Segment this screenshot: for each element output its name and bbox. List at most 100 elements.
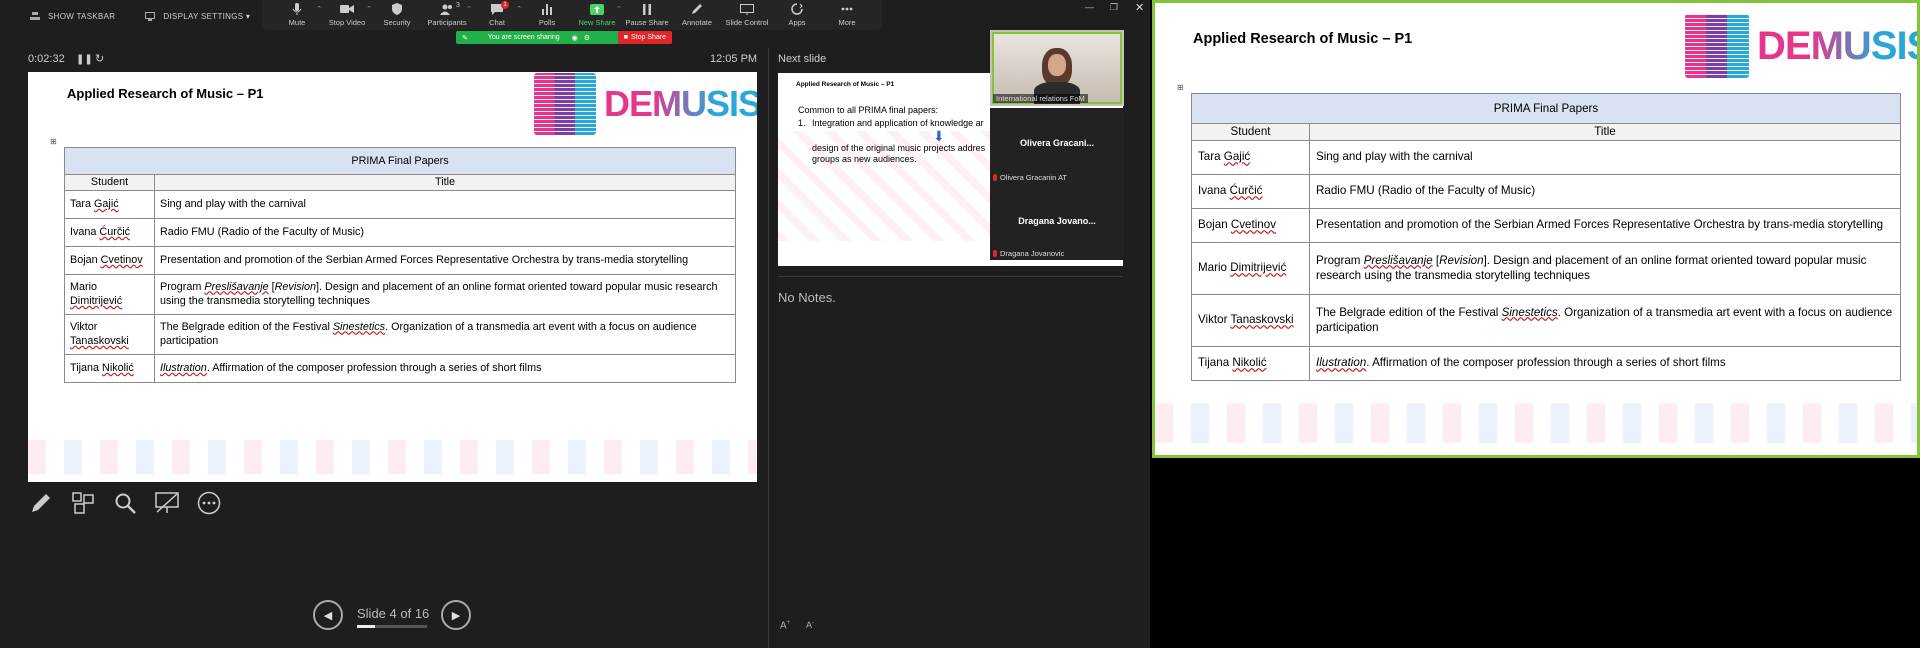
more-options-icon[interactable] <box>196 490 222 516</box>
column-header-student: Student <box>64 174 155 191</box>
participant-name: Olivera Gracani... <box>1019 138 1095 148</box>
paper-title-cell: Radio FMU (Radio of the Faculty of Music… <box>154 217 736 247</box>
muted-mic-icon <box>993 250 997 257</box>
see-all-slides-icon[interactable] <box>70 490 96 516</box>
participant-tile-video[interactable]: International relations FoM <box>990 30 1124 106</box>
next-slide-lead: Common to all PRIMA final papers: <box>798 105 939 115</box>
table-row: Tijana Nikolić Ilustration. Affirmation o… <box>64 353 736 383</box>
stop-share-button[interactable]: ■ Stop Share <box>617 31 672 44</box>
speaker-notes: No Notes. <box>778 290 836 305</box>
table-move-handle-icon[interactable]: ⊞ <box>50 137 57 146</box>
student-cell: Tijana Nikolić <box>1191 345 1310 381</box>
table-row: Viktor Tanaskovski The Belgrade edition o… <box>1191 293 1901 347</box>
next-slide-button[interactable]: ▶ <box>441 600 471 630</box>
share-settings-icon[interactable]: ⚙ <box>584 34 590 42</box>
table-move-handle-icon[interactable]: ⊞ <box>1177 83 1184 92</box>
paper-title-cell: Sing and play with the carnival <box>154 189 736 219</box>
show-taskbar-button[interactable]: SHOW TASKBAR <box>30 12 115 21</box>
slide-title: Applied Research of Music – P1 <box>1193 31 1413 47</box>
participant-label: International relations FoM <box>993 94 1088 103</box>
apps-icon <box>790 3 804 15</box>
table-row: Tijana Nikolić Ilustration. Affirmation o… <box>1191 345 1901 381</box>
zoom-icon[interactable] <box>112 490 138 516</box>
stop-video-button[interactable]: Stop Video ⌃ <box>322 0 372 30</box>
student-last-name: Ćurčić <box>99 225 131 238</box>
previous-slide-button[interactable]: ◀ <box>313 600 343 630</box>
reset-timer-icon[interactable]: ↻ <box>95 52 104 65</box>
participants-button[interactable]: 3 Participants ⌃ <box>422 0 472 30</box>
chat-button[interactable]: 1 Chat ⌃ <box>472 0 522 30</box>
participant-label: Dragana Jovanovic <box>993 249 1064 258</box>
pen-icon[interactable] <box>28 490 54 516</box>
column-header-title: Title <box>1309 123 1901 141</box>
apps-button[interactable]: Apps <box>772 0 822 30</box>
mute-button[interactable]: Mute ⌃ <box>272 0 322 30</box>
table-row: Ivana Ćurčić Radio FMU (Radio of the Facu… <box>1191 173 1901 209</box>
polls-button[interactable]: Polls <box>522 0 572 30</box>
student-cell: Tara Gajić <box>64 189 155 219</box>
new-share-button[interactable]: New Share ⌃ <box>572 0 622 30</box>
student-last-name: Ćurčić <box>1229 184 1263 198</box>
restore-icon[interactable]: ❐ <box>1110 2 1118 13</box>
student-cell: Mario Dimitrijević <box>64 273 155 315</box>
black-screen-icon[interactable] <box>154 490 180 516</box>
student-first-name: Tara <box>70 197 92 210</box>
participants-count: 3 <box>456 2 460 9</box>
paper-title-italic: Preslišavanje <box>1363 253 1433 267</box>
panel-divider[interactable] <box>768 48 769 648</box>
clock-time: 12:05 PM <box>710 53 758 65</box>
pause-timer-icon[interactable]: ❚❚ <box>76 54 93 65</box>
sharing-status-text: You are screen sharing <box>487 34 560 41</box>
elapsed-timer: 0:02:32 <box>28 53 65 65</box>
paper-title-italic: Revision <box>1439 253 1484 267</box>
increase-font-icon[interactable]: A+ <box>780 620 790 631</box>
participant-tile-olivera[interactable]: Olivera Gracani... Olivera Gracanin AT <box>990 108 1124 184</box>
demusis-logo: DEMUSIS <box>534 72 757 136</box>
paper-title-text: The Belgrade edition of the Festival <box>160 320 333 333</box>
student-first-name: Tijana <box>1198 356 1230 370</box>
decrease-font-icon[interactable]: A- <box>806 620 814 630</box>
paper-title-cell: Program Preslišavanje [Revision]. Design… <box>1309 241 1901 295</box>
pause-share-button[interactable]: Pause Share <box>622 0 672 30</box>
show-taskbar-label: SHOW TASKBAR <box>48 11 116 21</box>
paper-title-italic: Ilustration <box>160 361 207 374</box>
student-first-name: Viktor <box>1198 313 1228 327</box>
slide-progress-bar <box>357 625 427 628</box>
student-cell: Viktor Tanaskovski <box>1191 293 1310 347</box>
paper-title-italic: Sinestetics <box>332 320 386 333</box>
close-icon[interactable]: ✕ <box>1135 1 1144 14</box>
slide-control-icon <box>740 3 754 15</box>
paper-title-cell: Presentation and promotion of the Serbia… <box>154 245 736 275</box>
table-row: Tara Gajić Sing and play with the carniva… <box>64 189 736 219</box>
column-header-title: Title <box>154 174 736 191</box>
student-last-name: Cvetinov <box>100 253 143 266</box>
minimize-icon[interactable]: — <box>1085 2 1094 12</box>
display-settings-button[interactable]: DISPLAY SETTINGS ▾ <box>145 11 250 21</box>
paper-title-text: Radio FMU (Radio of the Faculty of Music… <box>1316 184 1536 198</box>
student-first-name: Bojan <box>1198 218 1228 232</box>
slide-control-button[interactable]: Slide Control <box>722 0 772 30</box>
more-button[interactable]: More <box>822 0 872 30</box>
participants-icon <box>440 3 454 15</box>
paper-title-cell: Radio FMU (Radio of the Faculty of Music… <box>1309 173 1901 209</box>
student-cell: Ivana Ćurčić <box>1191 173 1310 209</box>
security-button[interactable]: Security <box>372 0 422 30</box>
slide-title: Applied Research of Music – P1 <box>67 86 264 101</box>
annotate-button[interactable]: Annotate <box>672 0 722 30</box>
slide-counter: Slide 4 of 16 <box>357 606 430 621</box>
paper-title-text: . Affirmation of the composer profession… <box>206 361 542 374</box>
participant-name: Dragana Jovano... <box>1018 216 1096 226</box>
audio-share-icon[interactable]: ◉ <box>572 34 578 42</box>
presenter-view: SHOW TASKBAR DISPLAY SETTINGS ▾ Mute ⌃ St… <box>0 0 1150 648</box>
next-slide-label: Next slide <box>778 53 827 65</box>
taskbar-icon <box>30 12 40 20</box>
student-first-name: Ivana <box>1198 184 1227 198</box>
polls-icon <box>540 3 554 15</box>
participant-tile-dragana[interactable]: Dragana Jovano... Dragana Jovanovic <box>990 184 1124 260</box>
paper-title-italic: Ilustration <box>1316 356 1367 370</box>
student-cell: Bojan Cvetinov <box>64 245 155 275</box>
new-share-icon <box>590 3 604 15</box>
current-slide: Applied Research of Music – P1 DEMUSIS ⊞… <box>28 72 757 482</box>
paper-title-cell: Sing and play with the carnival <box>1309 139 1901 175</box>
student-first-name: Bojan <box>70 253 98 266</box>
